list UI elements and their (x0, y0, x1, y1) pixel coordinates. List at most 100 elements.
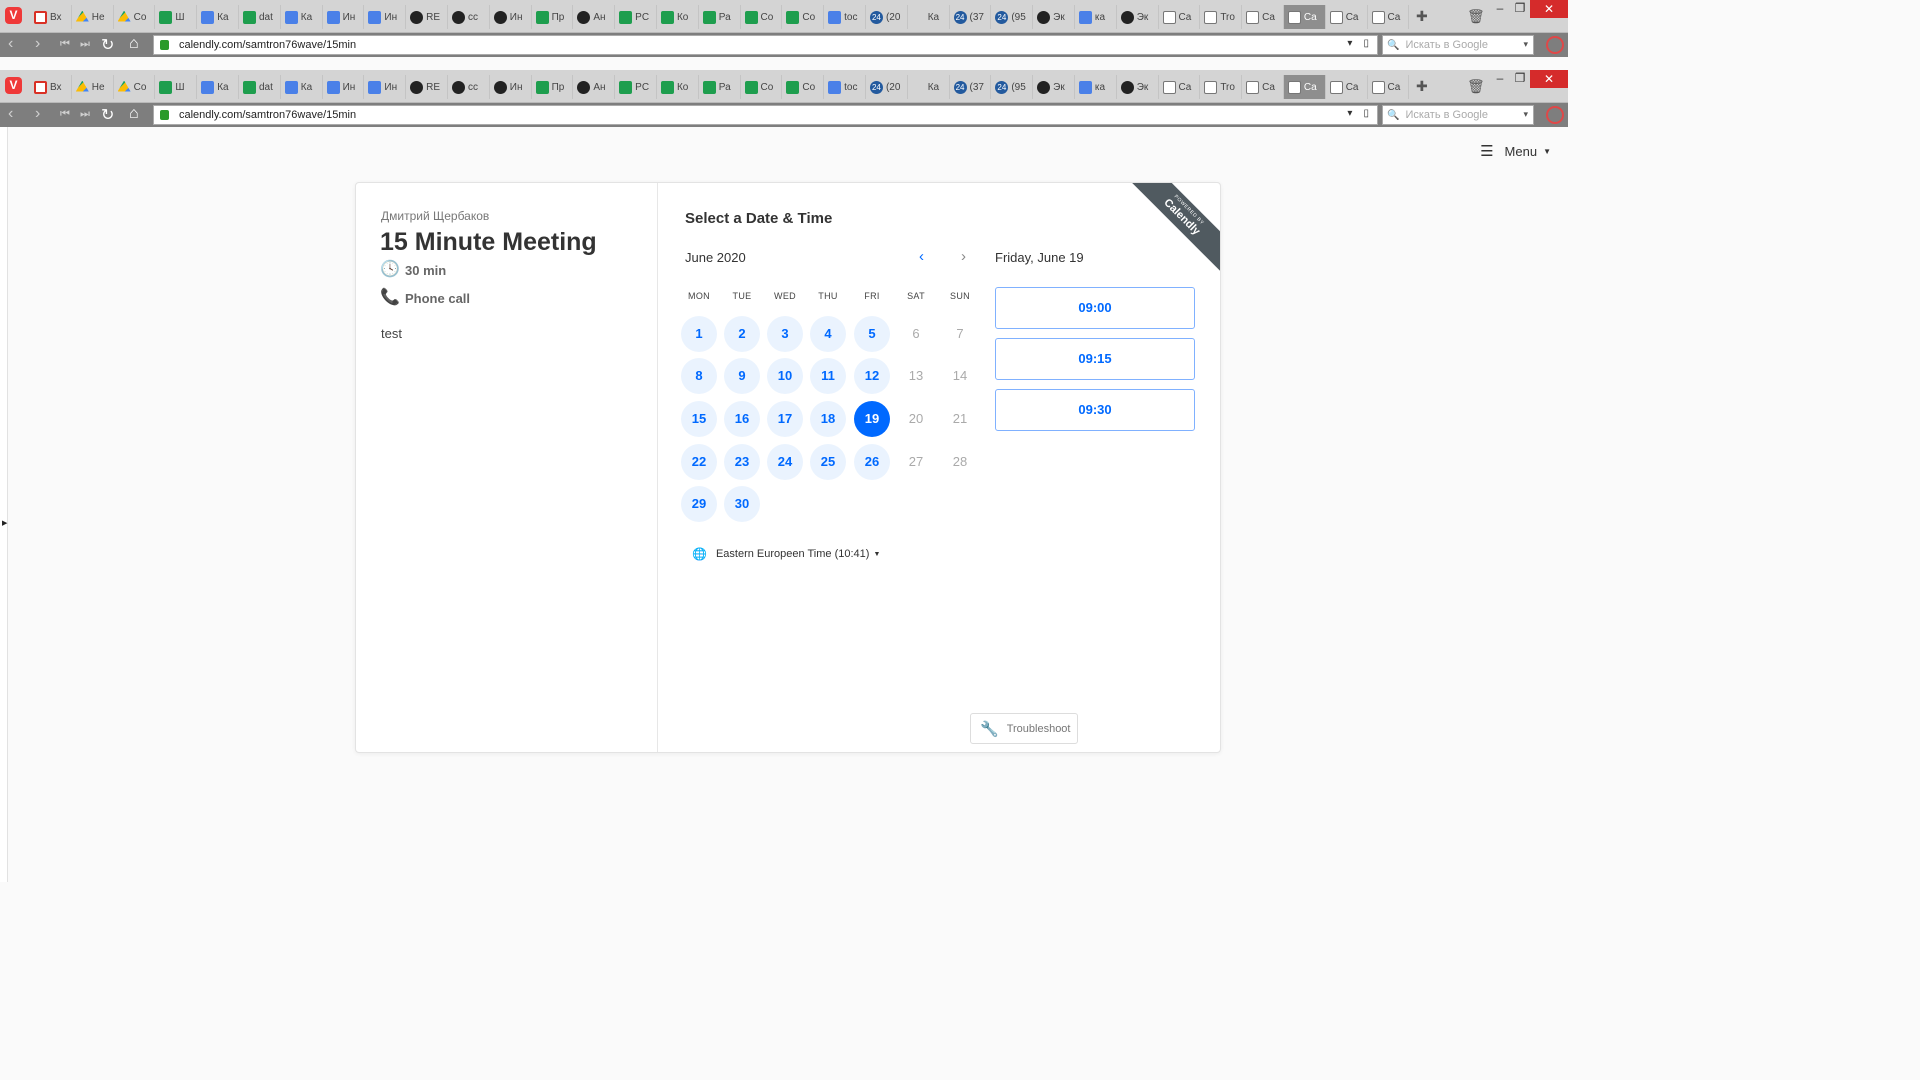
browser-tab[interactable]: Не (72, 75, 114, 99)
browser-tab[interactable]: Ин (323, 5, 365, 29)
time-slot-button[interactable]: 09:00 (995, 287, 1195, 329)
calendar-day[interactable]: 15 (681, 401, 717, 437)
back-icon[interactable]: ‹ (8, 105, 13, 123)
browser-tab[interactable]: Co (114, 5, 156, 29)
close-window-icon[interactable]: ✕ (1530, 0, 1568, 18)
browser-tab[interactable]: 24 (20 (866, 75, 908, 99)
extension-icon[interactable] (1546, 106, 1564, 124)
browser-tab[interactable]: Ко (657, 75, 699, 99)
browser-tab[interactable]: Эк (1117, 5, 1159, 29)
restore-icon[interactable]: ❐ (1510, 0, 1530, 18)
timezone-selector[interactable]: 🌐 Eastern Europeen Time (10:41) ▼ (692, 547, 880, 561)
browser-tab[interactable]: toc (824, 75, 866, 99)
url-dropdown-icon[interactable]: ▾ ▯ (1347, 38, 1369, 49)
browser-tab[interactable]: Ca (1283, 5, 1326, 29)
minimize-icon[interactable]: – (1490, 0, 1510, 18)
browser-tab[interactable]: ка (1075, 75, 1117, 99)
calendar-day[interactable]: 26 (854, 444, 890, 480)
browser-tab[interactable]: Ка (908, 5, 950, 29)
time-slot-button[interactable]: 09:30 (995, 389, 1195, 431)
url-dropdown-icon[interactable]: ▾ ▯ (1347, 108, 1369, 119)
calendar-day[interactable]: 29 (681, 486, 717, 522)
vivaldi-logo-icon[interactable]: V (5, 7, 22, 24)
browser-tab[interactable]: Вх (30, 5, 72, 29)
browser-tab[interactable]: Ин (490, 5, 532, 29)
rewind-icon[interactable]: ⏮ (60, 38, 70, 51)
calendar-day[interactable]: 2 (724, 316, 760, 352)
calendar-day[interactable]: 4 (810, 316, 846, 352)
browser-tab[interactable]: Ан (573, 5, 616, 29)
browser-tab[interactable]: PC (615, 5, 657, 29)
browser-tab[interactable]: Ка (281, 75, 323, 99)
calendar-day[interactable]: 5 (854, 316, 890, 352)
side-panel-edge[interactable]: ▶ (0, 127, 8, 882)
address-bar[interactable]: calendly.com/samtron76wave/15min ▾ ▯ (153, 105, 1378, 125)
browser-tab[interactable]: Tro (1200, 5, 1243, 29)
calendar-day[interactable]: 24 (767, 444, 803, 480)
calendar-day[interactable]: 10 (767, 358, 803, 394)
browser-tab[interactable]: dat (239, 5, 281, 29)
search-engine-dropdown-icon[interactable]: ▾ (1523, 109, 1528, 120)
calendar-day[interactable]: 9 (724, 358, 760, 394)
browser-tab[interactable]: ка (1075, 5, 1117, 29)
close-window-icon[interactable]: ✕ (1530, 70, 1568, 88)
browser-tab[interactable]: 24 (95 (991, 5, 1034, 29)
browser-tab[interactable]: Co (741, 5, 783, 29)
browser-tab[interactable]: Ка (197, 5, 239, 29)
browser-tab[interactable]: Co (114, 75, 156, 99)
browser-tab[interactable]: Эк (1033, 5, 1075, 29)
browser-tab[interactable]: Ш (155, 75, 198, 99)
new-tab-icon[interactable]: ✚ (1416, 8, 1428, 25)
browser-tab[interactable]: Ин (364, 5, 407, 29)
browser-tab[interactable]: Ca (1159, 5, 1201, 29)
calendar-day[interactable]: 22 (681, 444, 717, 480)
calendar-day[interactable]: 8 (681, 358, 717, 394)
browser-tab[interactable]: Co (782, 5, 825, 29)
browser-tab[interactable]: Ка (908, 75, 950, 99)
browser-tab[interactable]: 24 (20 (866, 5, 908, 29)
search-field[interactable]: 🔍 Искать в Google ▾ (1382, 105, 1534, 125)
minimize-icon[interactable]: – (1490, 70, 1510, 88)
browser-tab[interactable]: 24 (37 (950, 5, 992, 29)
calendar-day-selected[interactable]: 19 (854, 401, 890, 437)
forward-icon[interactable]: › (35, 35, 40, 53)
browser-tab[interactable]: 24 (95 (991, 75, 1034, 99)
rewind-icon[interactable]: ⏮ (60, 108, 70, 121)
browser-tab[interactable]: Tro (1200, 75, 1243, 99)
browser-tab[interactable]: Ка (197, 75, 239, 99)
browser-tab[interactable]: Эк (1117, 75, 1159, 99)
reload-icon[interactable]: ↻ (101, 105, 114, 125)
browser-tab[interactable]: RE (406, 5, 448, 29)
calendar-day[interactable]: 17 (767, 401, 803, 437)
browser-tab[interactable]: Ca (1368, 5, 1410, 29)
browser-tab[interactable]: Ca (1242, 75, 1284, 99)
troubleshoot-button[interactable]: 🔧 Troubleshoot (970, 713, 1078, 744)
calendar-day[interactable]: 23 (724, 444, 760, 480)
trash-icon[interactable]: 🗑 (1467, 8, 1485, 25)
calendar-day[interactable]: 1 (681, 316, 717, 352)
browser-tab[interactable]: 24 (37 (950, 75, 992, 99)
vivaldi-logo-icon[interactable]: V (5, 77, 22, 94)
calendar-day[interactable]: 3 (767, 316, 803, 352)
new-tab-icon[interactable]: ✚ (1416, 78, 1428, 95)
browser-tab[interactable]: Пр (532, 5, 574, 29)
browser-tab[interactable]: Ca (1326, 75, 1368, 99)
browser-tab[interactable]: Co (782, 75, 825, 99)
calendar-day[interactable]: 12 (854, 358, 890, 394)
browser-tab[interactable]: Пр (532, 75, 574, 99)
browser-tab[interactable]: Ш (155, 5, 198, 29)
browser-tab[interactable]: Ка (281, 5, 323, 29)
home-icon[interactable]: ⌂ (129, 105, 139, 123)
fast-forward-icon[interactable]: ⏭ (80, 38, 90, 51)
calendar-day[interactable]: 25 (810, 444, 846, 480)
browser-tab[interactable]: Co (741, 75, 783, 99)
browser-tab[interactable]: PC (615, 75, 657, 99)
calendar-day[interactable]: 16 (724, 401, 760, 437)
browser-tab[interactable]: Эк (1033, 75, 1075, 99)
browser-tab[interactable]: Ca (1159, 75, 1201, 99)
browser-tab[interactable]: Ра (699, 75, 741, 99)
browser-tab[interactable]: Ca (1283, 75, 1326, 99)
browser-tab[interactable]: cc (448, 5, 490, 29)
calendar-day[interactable]: 30 (724, 486, 760, 522)
browser-tab[interactable]: Ca (1242, 5, 1284, 29)
